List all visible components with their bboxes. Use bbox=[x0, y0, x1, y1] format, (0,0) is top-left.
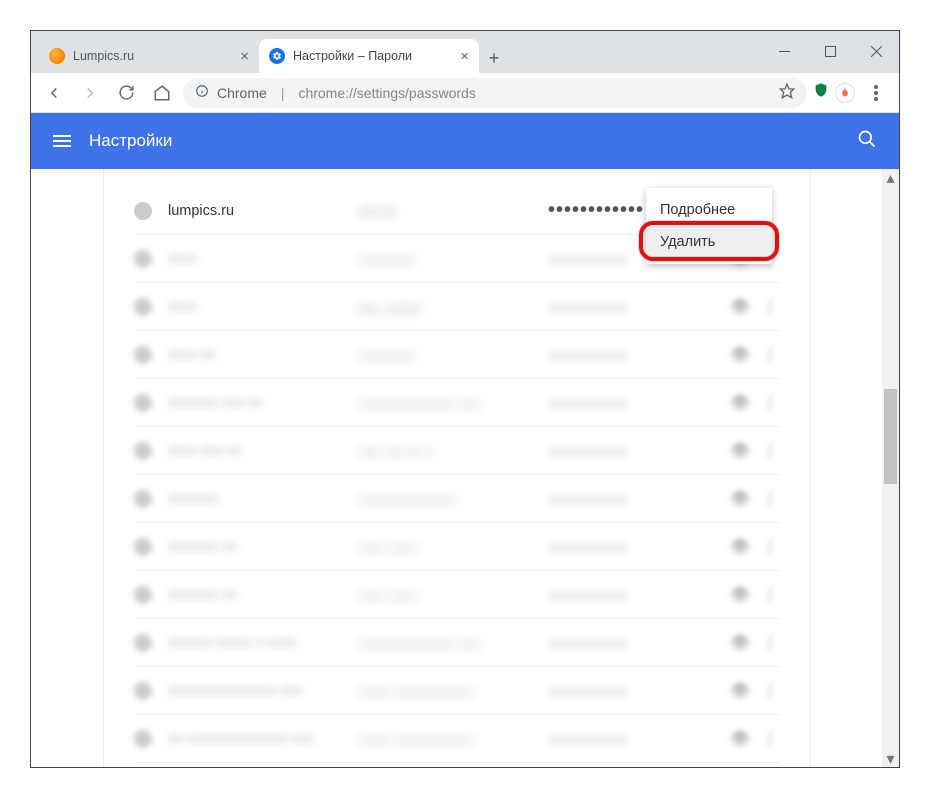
tab-settings[interactable]: Настройки – Пароли × bbox=[259, 39, 479, 73]
row-menu-button[interactable]: ⋮ bbox=[760, 297, 780, 317]
row-menu-button[interactable]: ⋮ bbox=[760, 441, 780, 461]
row-menu-button[interactable]: ⋮ bbox=[760, 393, 780, 413]
site-favicon-icon bbox=[134, 586, 152, 604]
visibility-icon[interactable]: 👁 bbox=[720, 441, 760, 461]
minimize-button[interactable] bbox=[761, 32, 807, 70]
tab-title: Lumpics.ru bbox=[73, 49, 232, 63]
info-icon bbox=[195, 84, 209, 101]
visibility-icon[interactable]: 👁 bbox=[720, 681, 760, 701]
menu-details[interactable]: Подробнее bbox=[646, 194, 772, 226]
nav-toolbar: Chrome | chrome://settings/passwords bbox=[31, 73, 899, 113]
url-text: chrome://settings/passwords bbox=[298, 85, 475, 101]
scrollbar-thumb[interactable] bbox=[884, 389, 897, 484]
visibility-icon[interactable]: 👁 bbox=[720, 633, 760, 653]
shield-extension-icon[interactable] bbox=[813, 82, 829, 103]
reload-button[interactable] bbox=[111, 78, 141, 108]
site-favicon-icon bbox=[134, 346, 152, 364]
site-favicon-icon bbox=[134, 202, 152, 220]
row-menu-button[interactable]: ⋮ bbox=[760, 585, 780, 605]
scrollbar-up-icon[interactable]: ▴ bbox=[882, 169, 899, 186]
star-icon[interactable] bbox=[779, 83, 795, 102]
tab-lumpics[interactable]: Lumpics.ru × bbox=[39, 39, 259, 73]
scrollbar[interactable]: ▴ ▾ bbox=[882, 169, 899, 767]
row-menu-button[interactable]: ⋮ bbox=[760, 345, 780, 365]
row-menu-button[interactable]: ⋮ bbox=[760, 489, 780, 509]
password-row[interactable]: xxxxxxx xxx xx xxxxxxxxxxxxxx xxx xxxxxx… bbox=[134, 379, 780, 427]
scrollbar-down-icon[interactable]: ▾ bbox=[882, 750, 899, 767]
back-button[interactable] bbox=[39, 78, 69, 108]
tab-title: Настройки – Пароли bbox=[293, 49, 452, 63]
content-area: ▴ ▾ lumpics.ru abcde •••••••••••• xxxx x… bbox=[31, 169, 899, 767]
password-row[interactable]: xxxx yyy_yyyyy xxxxxxxxxx 👁 ⋮ bbox=[134, 283, 780, 331]
visibility-icon[interactable]: 👁 bbox=[720, 297, 760, 317]
site-favicon-icon bbox=[134, 730, 152, 748]
page-title: Настройки bbox=[89, 131, 172, 151]
maximize-button[interactable] bbox=[807, 32, 853, 70]
window-controls bbox=[719, 31, 899, 71]
site-favicon-icon bbox=[134, 394, 152, 412]
site-favicon-icon bbox=[134, 634, 152, 652]
site-favicon-icon bbox=[134, 490, 152, 508]
password-row[interactable]: xxxxxxx xx xxxx xxxx xxxxxxxxxx 👁 ⋮ bbox=[134, 571, 780, 619]
new-tab-button[interactable]: + bbox=[479, 48, 509, 73]
visibility-icon[interactable]: 👁 bbox=[720, 585, 760, 605]
password-list: lumpics.ru abcde •••••••••••• xxxx xxxxx… bbox=[103, 169, 811, 767]
username: abcde bbox=[358, 203, 548, 219]
password-row[interactable]: xxxx xxx xx xxx xxx xx x xxxxxxxxxx 👁 ⋮ bbox=[134, 427, 780, 475]
site-favicon-icon bbox=[134, 682, 152, 700]
menu-button[interactable] bbox=[53, 135, 71, 147]
row-context-menu: Подробнее Удалить bbox=[646, 188, 772, 264]
search-button[interactable] bbox=[857, 129, 877, 154]
menu-delete[interactable]: Удалить bbox=[646, 226, 772, 258]
visibility-icon[interactable]: 👁 bbox=[720, 345, 760, 365]
password-row[interactable]: xxxxxxx xxxxxxxxxxxxxx xxxxxxxxxx 👁 ⋮ bbox=[134, 475, 780, 523]
close-icon[interactable]: × bbox=[240, 48, 249, 65]
visibility-icon[interactable]: 👁 bbox=[720, 729, 760, 749]
visibility-icon[interactable]: 👁 bbox=[720, 489, 760, 509]
orange-favicon-icon bbox=[49, 48, 65, 64]
close-window-button[interactable] bbox=[853, 32, 899, 70]
browser-menu-button[interactable] bbox=[861, 78, 891, 108]
password-row[interactable]: xxxx xx xxxxxxxx xxxxxxxxxx 👁 ⋮ bbox=[134, 331, 780, 379]
password-row[interactable]: xxxxxxxxxxxxxxx xxx xxxxx xxxxxxxxxxx xx… bbox=[134, 667, 780, 715]
row-menu-button[interactable]: ⋮ bbox=[760, 633, 780, 653]
address-bar[interactable]: Chrome | chrome://settings/passwords bbox=[183, 78, 807, 108]
password-row[interactable]: xxxxxxx xx xxxx xxxx xxxxxxxxxx 👁 ⋮ bbox=[134, 523, 780, 571]
password-row[interactable]: xxxxxx xxxxx x xxxx xxxxxxxxxxxxxx xxx x… bbox=[134, 619, 780, 667]
site-favicon-icon bbox=[134, 538, 152, 556]
visibility-icon[interactable]: 👁 bbox=[720, 393, 760, 413]
forward-button[interactable] bbox=[75, 78, 105, 108]
url-security-label: Chrome bbox=[217, 85, 267, 101]
fire-extension-icon[interactable] bbox=[835, 83, 855, 103]
site-favicon-icon bbox=[134, 442, 152, 460]
home-button[interactable] bbox=[147, 78, 177, 108]
row-menu-button[interactable]: ⋮ bbox=[760, 537, 780, 557]
settings-header: Настройки bbox=[31, 113, 899, 169]
visibility-icon[interactable]: 👁 bbox=[720, 537, 760, 557]
close-icon[interactable]: × bbox=[460, 48, 469, 65]
row-menu-button[interactable]: ⋮ bbox=[760, 729, 780, 749]
password-row[interactable]: xx xxxxxxxxxxxxxx xxx xxxxx xxxxxxxxxxx … bbox=[134, 715, 780, 763]
row-menu-button[interactable]: ⋮ bbox=[760, 681, 780, 701]
gear-favicon-icon bbox=[269, 48, 285, 64]
site-name: lumpics.ru bbox=[168, 203, 358, 219]
site-favicon-icon bbox=[134, 250, 152, 268]
site-favicon-icon bbox=[134, 298, 152, 316]
